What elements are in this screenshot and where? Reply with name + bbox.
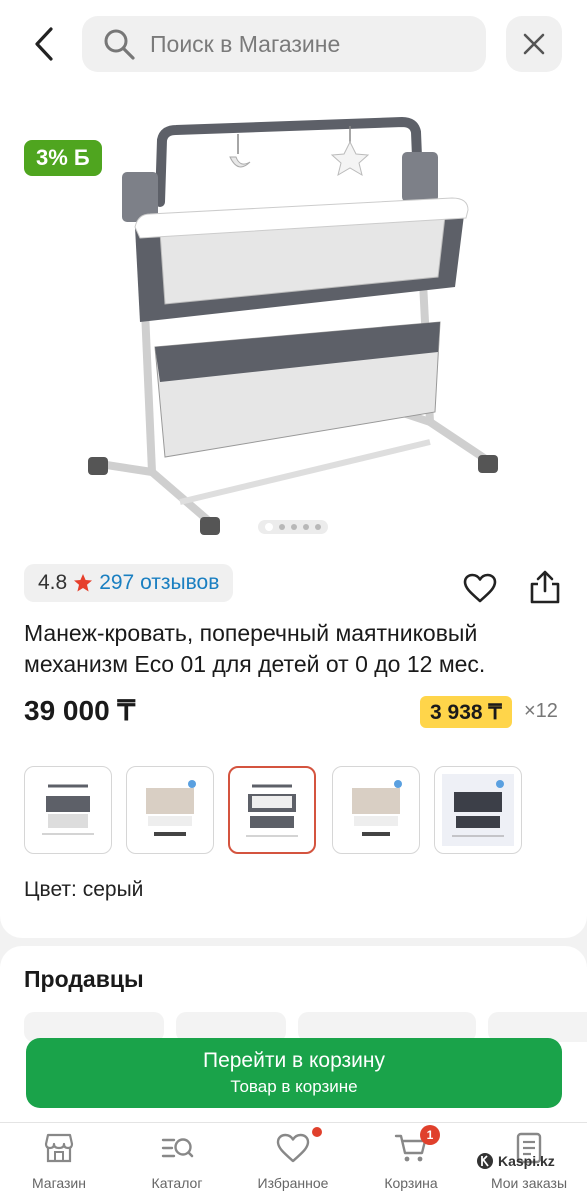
kaspi-logo-icon bbox=[477, 1153, 493, 1169]
share-icon bbox=[530, 570, 560, 604]
notification-dot bbox=[312, 1127, 322, 1137]
product-image bbox=[88, 116, 498, 535]
thumbnail-image bbox=[42, 784, 94, 835]
sellers-title: Продавцы bbox=[24, 966, 144, 992]
gallery-dot bbox=[315, 524, 321, 530]
favorite-button[interactable] bbox=[460, 568, 500, 608]
nav-item-catalog[interactable]: Каталог bbox=[122, 1131, 232, 1200]
thumbnail-strip bbox=[24, 766, 544, 856]
thumbnail-selected[interactable] bbox=[228, 766, 316, 854]
thumbnail-image bbox=[246, 784, 298, 837]
thumbnail[interactable] bbox=[434, 766, 522, 854]
product-page: 3% Б bbox=[0, 0, 587, 1200]
search-icon bbox=[104, 29, 135, 60]
nav-item-favorites[interactable]: Избранное bbox=[238, 1127, 348, 1200]
catalog-icon bbox=[161, 1138, 194, 1158]
rating-chip[interactable]: 4.8 297 отзывов bbox=[24, 564, 234, 602]
nav-label: Каталог bbox=[151, 1175, 203, 1191]
go-to-cart-button[interactable]: Перейти в корзину Товар в корзине bbox=[26, 1038, 562, 1108]
close-icon bbox=[523, 33, 545, 55]
search-bar[interactable] bbox=[82, 16, 486, 72]
thumbnail[interactable] bbox=[332, 766, 420, 854]
rating-value: 4.8 bbox=[38, 571, 68, 594]
installment-multiplier: ×12 bbox=[524, 700, 558, 722]
gallery-pagination bbox=[258, 520, 328, 534]
gallery-dot bbox=[279, 524, 285, 530]
nav-item-shop[interactable]: Магазин bbox=[4, 1131, 114, 1200]
reviews-link[interactable]: 297 отзывов bbox=[99, 571, 219, 595]
product-card: 3% Б 4.8 297 отзывов Манеж-кровать, попе… bbox=[0, 88, 587, 938]
search-input[interactable] bbox=[150, 30, 470, 58]
gallery-dot bbox=[303, 524, 309, 530]
product-gallery[interactable]: 3% Б bbox=[0, 88, 587, 548]
share-button[interactable] bbox=[524, 566, 566, 608]
heart-icon bbox=[276, 1133, 310, 1163]
thumbnail[interactable] bbox=[24, 766, 112, 854]
thumbnail-image bbox=[146, 780, 196, 836]
watermark-text: Kaspi.kz bbox=[498, 1153, 555, 1169]
nav-label: Избранное bbox=[257, 1175, 329, 1191]
thumbnail-image bbox=[352, 780, 402, 836]
star-icon bbox=[74, 574, 93, 592]
go-to-cart-label: Перейти в корзину bbox=[202, 1049, 386, 1072]
product-title: Манеж-кровать, поперечный маятниковый ме… bbox=[24, 620, 486, 677]
gallery-dot bbox=[265, 523, 273, 531]
shop-icon bbox=[44, 1133, 74, 1163]
product-price: 39 000 ₸ bbox=[24, 695, 136, 726]
nav-label: Мои заказы bbox=[490, 1175, 568, 1191]
top-bar bbox=[0, 0, 587, 88]
cart-count-badge: 1 bbox=[420, 1125, 440, 1145]
thumbnail-image bbox=[442, 774, 514, 846]
back-button[interactable] bbox=[22, 20, 66, 68]
color-label: Цвет: серый bbox=[24, 878, 144, 901]
nav-icon-wrap bbox=[276, 1127, 322, 1165]
in-cart-sublabel: Товар в корзине bbox=[230, 1077, 358, 1096]
gallery-dot bbox=[291, 524, 297, 530]
nav-icon-wrap: 1 bbox=[394, 1125, 440, 1165]
close-button[interactable] bbox=[506, 16, 562, 72]
nav-label: Корзина bbox=[384, 1175, 438, 1191]
nav-label: Магазин bbox=[31, 1175, 86, 1191]
nav-item-cart[interactable]: 1 Корзина bbox=[356, 1125, 466, 1200]
thumbnail[interactable] bbox=[126, 766, 214, 854]
installment-price-badge: 3 938 ₸ bbox=[420, 696, 512, 728]
kaspi-watermark: Kaspi.kz bbox=[476, 1152, 555, 1170]
chevron-left-icon bbox=[35, 27, 53, 61]
heart-icon bbox=[463, 573, 497, 603]
